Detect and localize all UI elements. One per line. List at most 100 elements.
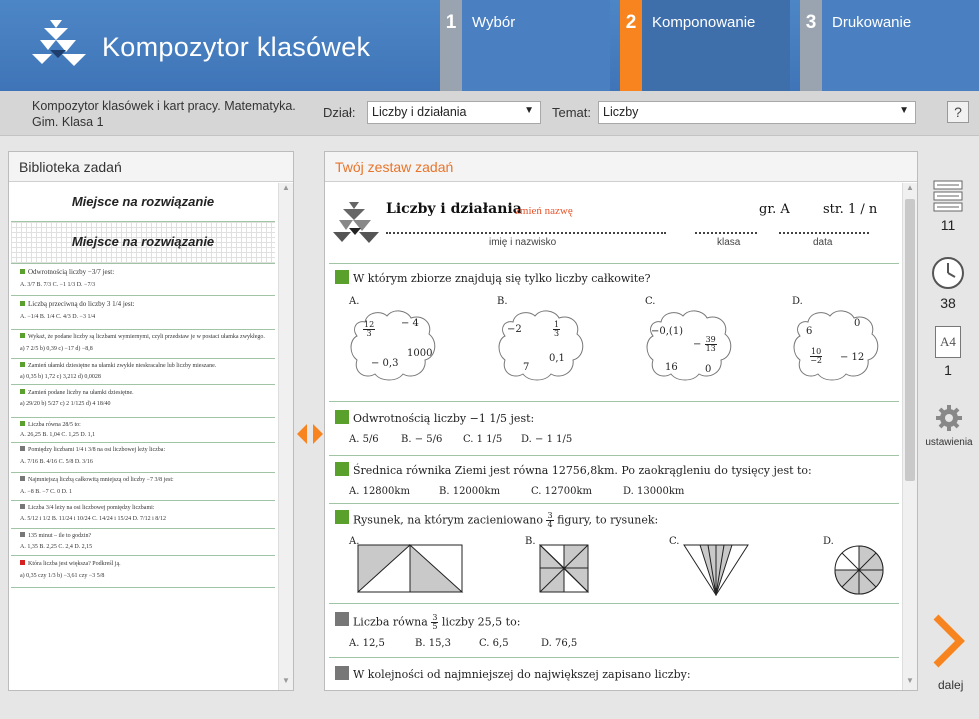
answer-d: D. − 1 1/5 [521,434,573,445]
library-task[interactable]: Zamień ułamki dziesiętne na ułamki zwykł… [11,359,275,385]
difficulty-square-icon [335,612,349,626]
class-caption: klasa [717,237,741,248]
difficulty-square-icon [335,666,349,680]
library-task[interactable]: Liczba równa 28/5 to: A. 26,25 B. 1,04 C… [11,418,275,443]
library-task[interactable]: Liczbą przeciwną do liczby 3 1/4 jest: A… [11,296,275,330]
task-answers: a) 0,35 czy 1/3 b) −3,61 czy −3 5/8 [20,573,105,579]
scroll-thumb[interactable] [905,199,915,481]
time-minutes: 38 [940,295,956,311]
dropdown-arrow-icon: ▼ [524,105,534,116]
page-label: str. 1 / n [823,202,878,217]
solution-space: Miejsce na rozwiązanie [11,184,275,222]
library-task[interactable]: Wykaż, że podane liczby są liczbami wymi… [11,330,275,359]
answer-a: A. 12800km [349,486,410,497]
task-answers: A. 1,35 B. 2,25 C. 2,4 D. 2,15 [20,544,93,550]
dropdown-arrow-icon: ▼ [899,105,909,116]
answer-c: C. 12700km [531,486,593,497]
task-question-3[interactable]: Średnica równika Ziemi jest równa 12756,… [329,456,899,504]
set-cloud-d: 6 0 10 −2 − 12 [792,308,880,381]
option-label: C. [669,536,680,547]
figure-a [357,544,464,594]
library-task[interactable]: Najmniejszą liczbą całkowitą mniejszą od… [11,473,275,501]
option-label: B. [525,536,536,547]
task-question-4[interactable]: Rysunek, na którym zacieniowano 34 figur… [329,504,899,604]
date-line [779,232,869,234]
question-fraction: 35 [431,613,439,631]
library-task[interactable]: Zamień podane liczby na ułamki dziesiętn… [11,385,275,418]
task-answers: A. −8 B. −7 C. 0 D. 1 [20,489,72,495]
step-label: Wybór [462,0,610,91]
sheet-logo-icon [331,200,381,249]
answer-a: A. 5/6 [349,434,379,445]
date-caption: data [813,237,833,248]
library-task[interactable]: Pomiędzy liczbami 1/4 i 3/8 na osi liczb… [11,443,275,473]
library-scrollbar[interactable]: ▲ ▼ [278,183,293,690]
task-text: 135 minut – ile to godzin? [28,533,92,539]
solution-label: Miejsce na rozwiązanie [71,194,215,209]
answer-c: C. 6,5 [479,638,509,649]
difficulty-square-icon [335,270,349,284]
library-panel: Biblioteka zadań Miejsce na rozwiązanie … [8,151,294,691]
difficulty-square-icon [20,333,25,338]
difficulty-square-icon [20,476,25,481]
difficulty-square-icon [20,504,25,509]
difficulty-square-icon [335,510,349,524]
settings-button[interactable]: ustawienia [922,404,976,448]
library-task[interactable]: Która liczba jest większa? Podkreśl ją. … [11,556,275,588]
task-answers: a) 29/20 b) 5/27 c) 2 1/125 d) 4 18/40 [20,401,111,407]
task-answers: a) 0,35 b) 1,72 c) 3,212 d) 0,0028 [20,374,101,380]
step-komponowanie[interactable]: 2 Komponowanie [620,0,790,91]
answer-d: D. 13000km [623,486,685,497]
app-logo-icon [30,18,88,73]
library-task[interactable]: Odwrotnością liczby −3/7 jest: A. 3/7 B.… [11,264,275,296]
task-question-6[interactable]: W kolejności od najmniejszej do najwięks… [329,658,899,690]
task-text: Liczba równa 28/5 to: [28,422,81,428]
task-question-2[interactable]: Odwrotnością liczby −1 1/5 jest: A. 5/6 … [329,402,899,456]
library-task[interactable]: 135 minut – ile to godzin? A. 1,35 B. 2,… [11,529,275,556]
pages-widget: A4 1 [926,326,970,378]
task-text: Pomiędzy liczbami 1/4 i 3/8 na osi liczb… [28,447,166,453]
scroll-up-icon[interactable]: ▲ [903,183,917,197]
task-text: Zamień podane liczby na ułamki dziesiętn… [28,390,134,396]
class-line [695,232,757,234]
name-caption: imię i nazwisko [489,237,557,248]
library-title: Biblioteka zadań [9,152,293,182]
task-text: Odwrotnością liczby −3/7 jest: [28,268,115,276]
figure-c [683,544,749,596]
next-arrow-icon[interactable] [932,614,966,673]
name-line [386,232,666,234]
question-text: Średnica równika Ziemi jest równa 12756,… [353,464,812,477]
difficulty-square-icon [20,446,25,451]
step-wybor[interactable]: 1 Wybór [440,0,610,91]
answer-d: D. 76,5 [541,638,578,649]
step-number: 2 [620,0,642,91]
scroll-down-icon[interactable]: ▼ [903,676,917,690]
app-title: Kompozytor klasówek [102,32,371,62]
difficulty-square-icon [20,301,25,306]
task-question-5[interactable]: Liczba równa 35 liczby 25,5 to: A. 12,5 … [329,604,899,658]
help-button[interactable]: ? [947,101,969,123]
solution-grid: Miejsce na rozwiązanie [11,222,275,264]
task-answers: A. 26,25 B. 1,04 C. 1,25 D. 1,1 [20,432,96,438]
option-label: D. [792,296,803,307]
scroll-down-icon[interactable]: ▼ [279,676,293,690]
difficulty-square-icon [20,389,25,394]
difficulty-square-icon [20,362,25,367]
library-task[interactable]: Liczba 3/4 leży na osi liczbowej pomiędz… [11,501,275,529]
gear-icon [936,405,962,431]
task-set-scrollbar[interactable]: ▲ ▼ [902,183,917,690]
option-label: B. [497,296,508,307]
task-question-1[interactable]: W którym zbiorze znajdują się tylko licz… [329,264,899,402]
move-task-arrows-icon[interactable] [297,424,323,449]
temat-select[interactable]: Liczby ▼ [598,101,916,124]
rename-link[interactable]: zmień nazwę [515,205,573,217]
tasks-count: 11 [940,217,956,233]
task-text: Która liczba jest większa? Podkreśl ją. [28,561,121,567]
step-drukowanie[interactable]: 3 Drukowanie [800,0,979,91]
dzial-select[interactable]: Liczby i działania ▼ [367,101,541,124]
scroll-up-icon[interactable]: ▲ [279,183,293,197]
next-label[interactable]: dalej [938,678,963,692]
task-list-icon [933,180,963,212]
question-text-end: figury, to rysunek: [557,513,659,527]
task-set-title: Twój zestaw zadań [325,152,917,182]
